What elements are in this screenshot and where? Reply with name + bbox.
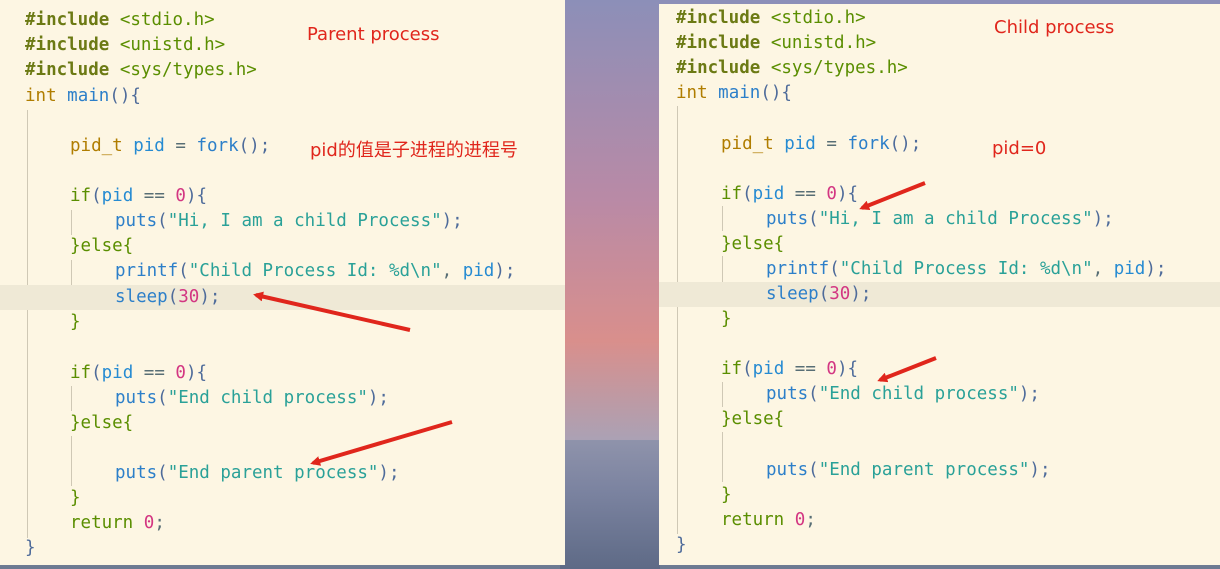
arrow-to-sleep bbox=[253, 291, 411, 332]
arrow-to-end-parent bbox=[310, 420, 453, 466]
annotation-arrows bbox=[253, 181, 937, 466]
arrow-to-hi-child bbox=[859, 181, 926, 211]
arrow-to-end-child bbox=[877, 356, 937, 383]
